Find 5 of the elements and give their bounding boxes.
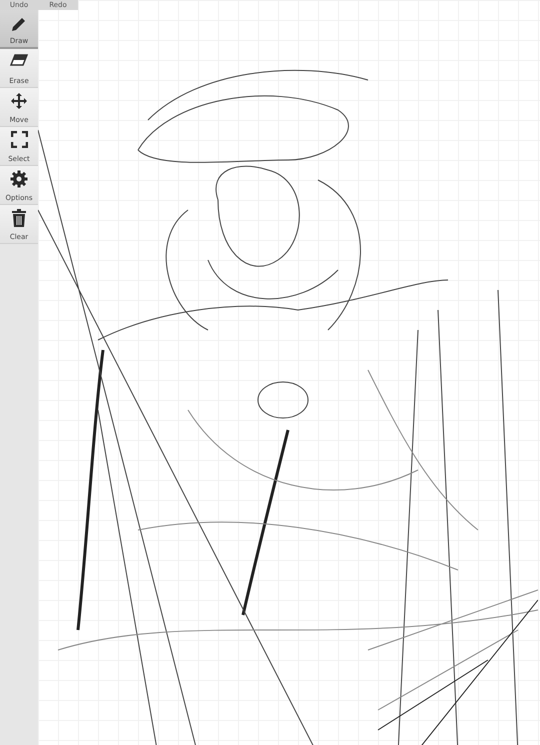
gear-icon <box>10 170 28 188</box>
eraser-icon <box>10 53 28 67</box>
select-corners-icon <box>10 131 28 148</box>
trash-icon <box>11 209 27 227</box>
move-arrows-icon <box>10 92 28 110</box>
